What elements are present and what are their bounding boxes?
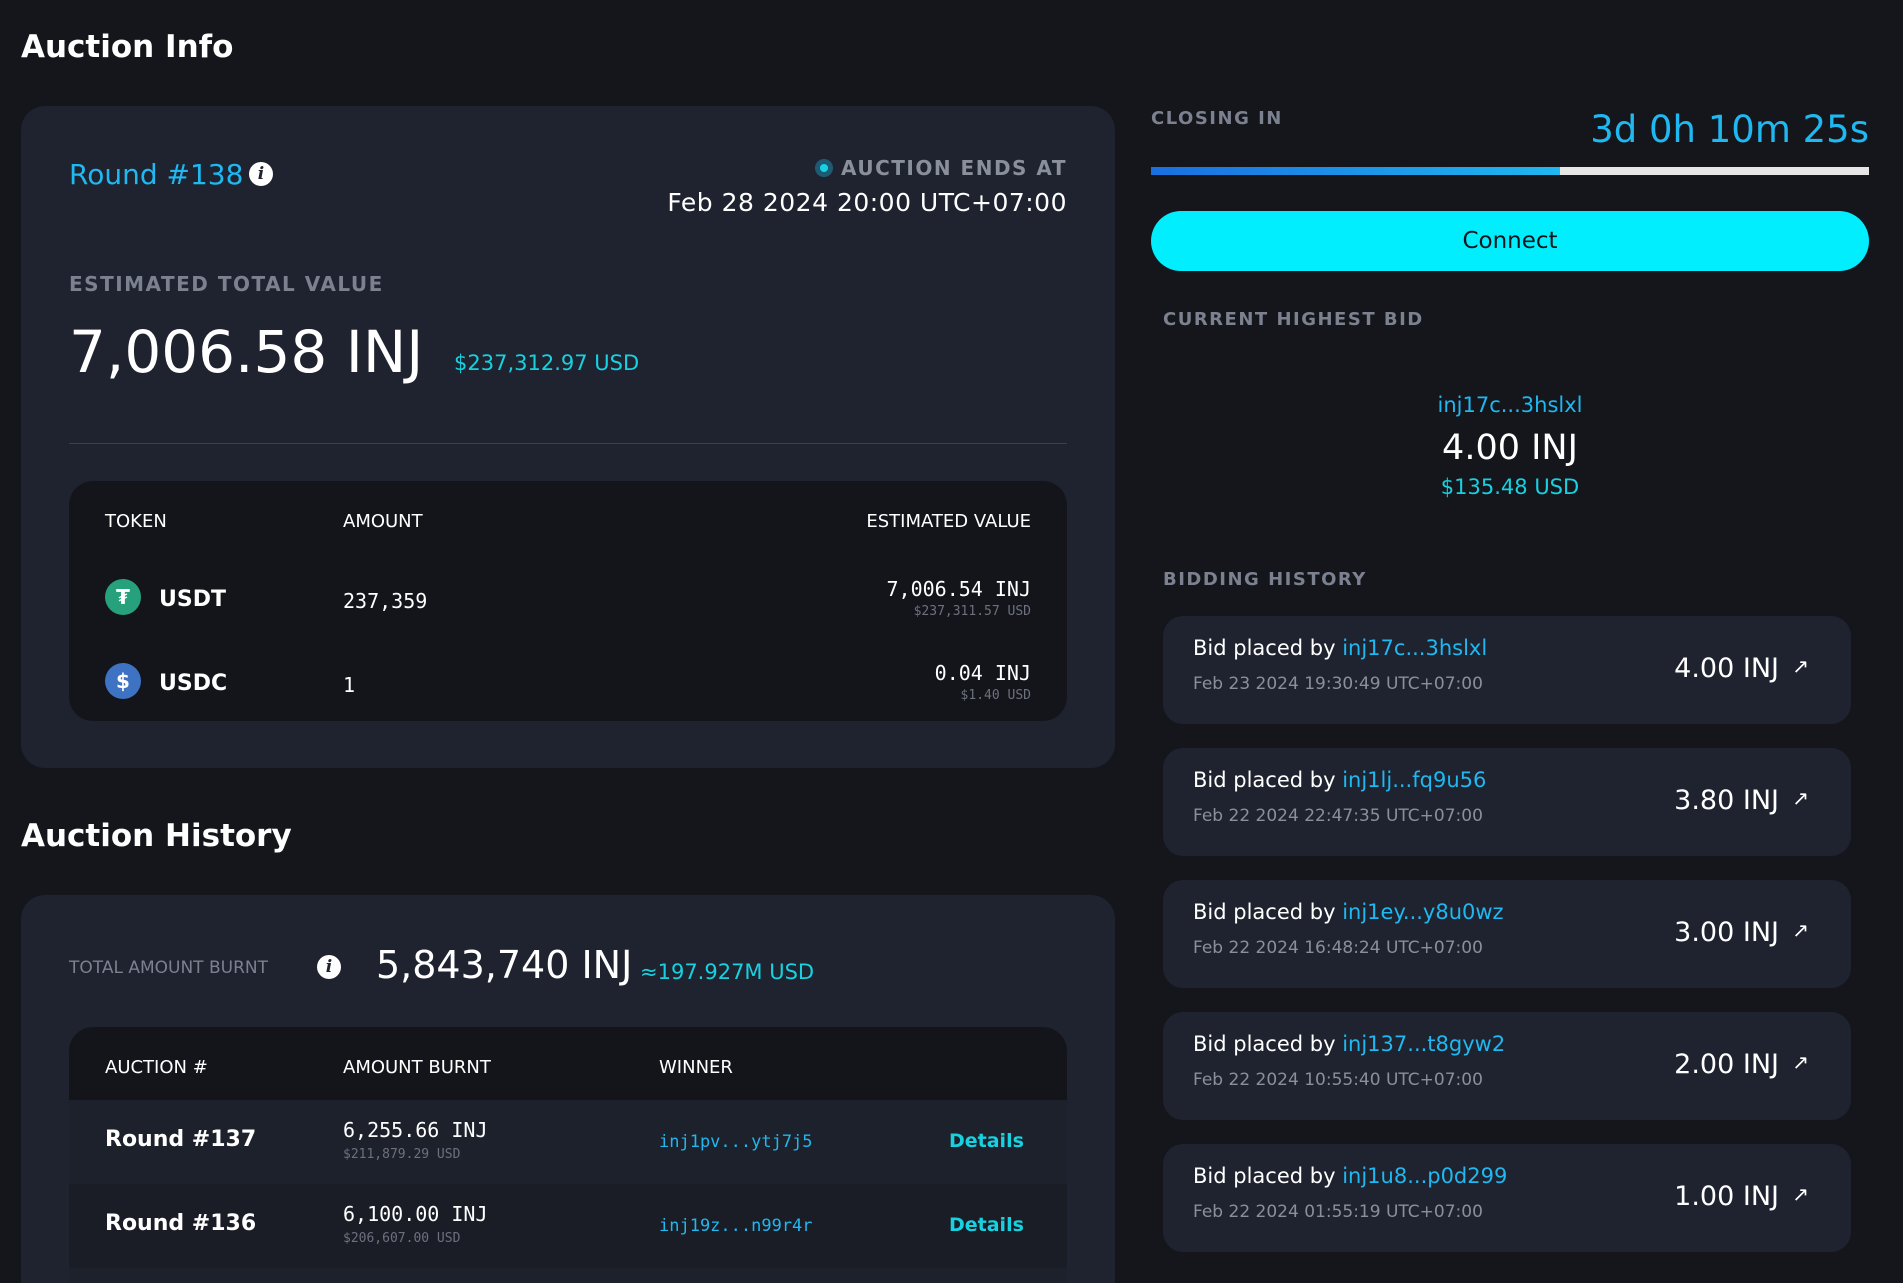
connect-button[interactable]: Connect bbox=[1151, 211, 1869, 271]
auction-info-title: Auction Info bbox=[21, 29, 234, 65]
token-value-usd: $1.40 USD bbox=[960, 688, 1031, 703]
bid-time: Feb 22 2024 01:55:19 UTC+07:00 bbox=[1193, 1202, 1483, 1222]
token-value-inj: 0.04 INJ bbox=[934, 661, 1031, 685]
bid-line: Bid placed by inj17c...3hslxl bbox=[1193, 636, 1487, 660]
token-table: TOKEN AMOUNT ESTIMATED VALUE ₮ USDT 237,… bbox=[69, 481, 1067, 721]
bidder-address[interactable]: inj17c...3hslxl bbox=[1342, 636, 1487, 660]
winner-header: WINNER bbox=[659, 1057, 733, 1078]
bid-card: Bid placed by inj1u8...p0d299 Feb 22 202… bbox=[1163, 1144, 1851, 1252]
bid-card: Bid placed by inj1lj...fq9u56 Feb 22 202… bbox=[1163, 748, 1851, 856]
bid-prefix: Bid placed by bbox=[1193, 900, 1336, 924]
bid-prefix: Bid placed by bbox=[1193, 768, 1336, 792]
bid-line: Bid placed by inj1u8...p0d299 bbox=[1193, 1164, 1507, 1188]
bid-line: Bid placed by inj137...t8gyw2 bbox=[1193, 1032, 1505, 1056]
burnt-usd: $206,607.00 USD bbox=[343, 1231, 461, 1246]
bid-card: Bid placed by inj1ey...y8u0wz Feb 22 202… bbox=[1163, 880, 1851, 988]
closing-in-label: CLOSING IN bbox=[1151, 108, 1283, 129]
external-link-icon[interactable]: ↗ bbox=[1792, 1050, 1809, 1074]
round-label: Round #136 bbox=[105, 1211, 257, 1236]
progress-bar bbox=[1151, 167, 1869, 175]
auction-info-card: Round #138 i AUCTION ENDS AT Feb 28 2024… bbox=[21, 106, 1115, 768]
bid-time: Feb 22 2024 10:55:40 UTC+07:00 bbox=[1193, 1070, 1483, 1090]
total-burnt-usd: ≈197.927M USD bbox=[640, 960, 815, 984]
token-header: TOKEN bbox=[105, 511, 167, 532]
bid-prefix: Bid placed by bbox=[1193, 636, 1336, 660]
auction-number-header: AUCTION # bbox=[105, 1057, 208, 1078]
token-value-inj: 7,006.54 INJ bbox=[886, 577, 1032, 601]
bid-time: Feb 22 2024 16:48:24 UTC+07:00 bbox=[1193, 938, 1483, 958]
external-link-icon[interactable]: ↗ bbox=[1792, 1182, 1809, 1206]
bid-time: Feb 22 2024 22:47:35 UTC+07:00 bbox=[1193, 806, 1483, 826]
table-row[interactable]: Round #137 6,255.66 INJ $211,879.29 USD … bbox=[69, 1100, 1067, 1184]
winner-link[interactable]: inj19z...n99r4r bbox=[659, 1216, 813, 1236]
bidder-address[interactable]: inj1lj...fq9u56 bbox=[1342, 768, 1486, 792]
bid-amount: 4.00 INJ bbox=[1674, 653, 1779, 684]
bid-amount: 2.00 INJ bbox=[1674, 1049, 1779, 1080]
highest-bid-inj: 4.00 INJ bbox=[1442, 428, 1578, 468]
bid-line: Bid placed by inj1lj...fq9u56 bbox=[1193, 768, 1486, 792]
countdown-timer: 3d 0h 10m 25s bbox=[1590, 108, 1869, 151]
burnt-inj: 6,100.00 INJ bbox=[343, 1202, 488, 1226]
token-name: USDC bbox=[159, 671, 228, 696]
total-burnt-label: TOTAL AMOUNT BURNT bbox=[69, 958, 268, 978]
token-amount: 1 bbox=[343, 673, 356, 697]
token-value-usd: $237,311.57 USD bbox=[913, 604, 1031, 619]
bid-time: Feb 23 2024 19:30:49 UTC+07:00 bbox=[1193, 674, 1483, 694]
bid-amount: 3.80 INJ bbox=[1674, 785, 1779, 816]
amount-burnt-header: AMOUNT BURNT bbox=[343, 1057, 491, 1078]
estimated-total-inj: 7,006.58 INJ bbox=[69, 318, 424, 386]
auction-ends-label-row: AUCTION ENDS AT bbox=[814, 156, 1067, 180]
burnt-usd: $211,879.29 USD bbox=[343, 1147, 461, 1162]
auction-history-title: Auction History bbox=[21, 818, 292, 854]
highest-bidder-address[interactable]: inj17c...3hslxl bbox=[1151, 393, 1869, 417]
current-highest-bid-label: CURRENT HIGHEST BID bbox=[1163, 309, 1424, 330]
tether-icon: ₮ bbox=[105, 579, 141, 615]
winner-link[interactable]: inj1pv...ytj7j5 bbox=[659, 1132, 813, 1152]
total-burnt-inj: 5,843,740 INJ bbox=[376, 943, 633, 987]
table-row: ₮ USDT 237,359 7,006.54 INJ $237,311.57 … bbox=[105, 577, 1031, 627]
bidder-address[interactable]: inj1u8...p0d299 bbox=[1342, 1164, 1507, 1188]
external-link-icon[interactable]: ↗ bbox=[1792, 918, 1809, 942]
estimated-total-label: ESTIMATED TOTAL VALUE bbox=[69, 272, 384, 296]
details-link[interactable]: Details bbox=[949, 1130, 1024, 1152]
bid-line: Bid placed by inj1ey...y8u0wz bbox=[1193, 900, 1504, 924]
info-icon[interactable]: i bbox=[317, 955, 341, 979]
bid-prefix: Bid placed by bbox=[1193, 1032, 1336, 1056]
divider bbox=[69, 443, 1067, 444]
external-link-icon[interactable]: ↗ bbox=[1792, 786, 1809, 810]
bid-card: Bid placed by inj137...t8gyw2 Feb 22 202… bbox=[1163, 1012, 1851, 1120]
token-name: USDT bbox=[159, 587, 226, 612]
progress-fill bbox=[1151, 167, 1561, 175]
usdc-icon: $ bbox=[105, 663, 141, 699]
bidder-address[interactable]: inj137...t8gyw2 bbox=[1342, 1032, 1505, 1056]
bidding-history-label: BIDDING HISTORY bbox=[1163, 569, 1367, 590]
estimated-value-header: ESTIMATED VALUE bbox=[866, 511, 1031, 532]
round-label: Round #137 bbox=[105, 1127, 257, 1152]
bid-card: Bid placed by inj17c...3hslxl Feb 23 202… bbox=[1163, 616, 1851, 724]
table-row-partial bbox=[69, 1268, 1067, 1283]
details-link[interactable]: Details bbox=[949, 1214, 1024, 1236]
bid-amount: 1.00 INJ bbox=[1674, 1181, 1779, 1212]
bid-amount: 3.00 INJ bbox=[1674, 917, 1779, 948]
auction-ends-label: AUCTION ENDS AT bbox=[840, 156, 1067, 180]
token-amount: 237,359 bbox=[343, 589, 428, 613]
live-dot-icon bbox=[814, 159, 833, 177]
auction-ends-at: Feb 28 2024 20:00 UTC+07:00 bbox=[667, 188, 1067, 217]
bidder-address[interactable]: inj1ey...y8u0wz bbox=[1342, 900, 1503, 924]
external-link-icon[interactable]: ↗ bbox=[1792, 654, 1809, 678]
info-icon[interactable]: i bbox=[249, 162, 273, 186]
estimated-total-usd: $237,312.97 USD bbox=[454, 351, 640, 375]
burnt-inj: 6,255.66 INJ bbox=[343, 1118, 488, 1142]
bid-prefix: Bid placed by bbox=[1193, 1164, 1336, 1188]
round-number: Round #138 bbox=[69, 158, 244, 191]
table-row: $ USDC 1 0.04 INJ $1.40 USD bbox=[105, 661, 1031, 711]
amount-header: AMOUNT bbox=[343, 511, 423, 532]
highest-bid-usd: $135.48 USD bbox=[1440, 475, 1580, 499]
table-row[interactable]: Round #136 6,100.00 INJ $206,607.00 USD … bbox=[69, 1184, 1067, 1268]
